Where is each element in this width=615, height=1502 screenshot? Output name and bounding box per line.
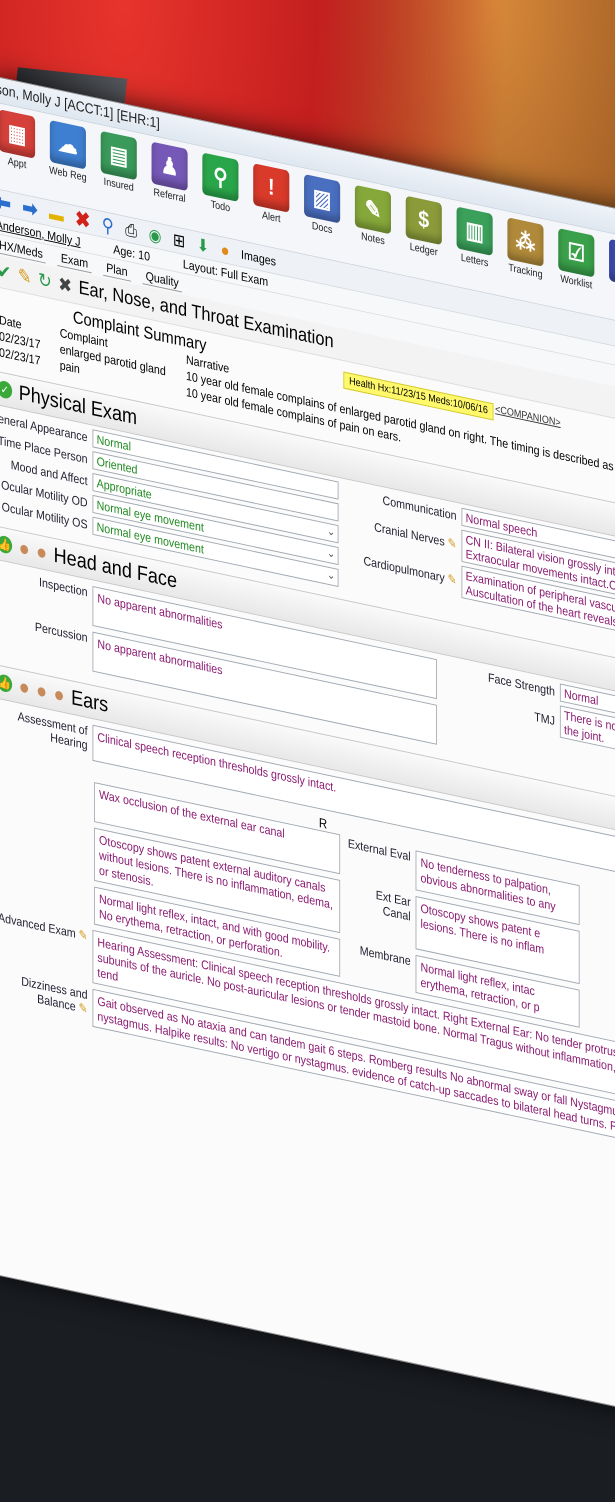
- pencil-icon[interactable]: ✎: [79, 1000, 88, 1016]
- letters-icon: ▥: [457, 206, 493, 255]
- ears-title: Ears: [71, 685, 108, 718]
- alert-icon: !: [253, 163, 289, 212]
- ear-exam-icon[interactable]: ●: [54, 681, 65, 708]
- toolbar-button-notes[interactable]: ✎Notes: [350, 184, 396, 268]
- toolbar-button-tracking[interactable]: ⁂Tracking: [503, 216, 549, 300]
- toolbar-label: Notes: [361, 231, 385, 247]
- head-icon[interactable]: ●: [19, 535, 30, 562]
- toolbar-button-docs[interactable]: ▨Docs: [299, 173, 345, 257]
- thumbs-up-icon[interactable]: 👍: [0, 534, 12, 554]
- toolbar-label: Appt: [8, 156, 27, 171]
- toolbar-label: Todo: [211, 199, 231, 215]
- toolbar-label: Letters: [461, 252, 489, 269]
- refresh-icon[interactable]: ↻: [38, 268, 52, 295]
- toolbar-button-referral[interactable]: ♟Referral: [147, 141, 193, 225]
- images-button[interactable]: Images: [241, 247, 276, 269]
- print-icon[interactable]: ⎙: [125, 219, 137, 241]
- clipboard-icon: ☑: [558, 228, 594, 277]
- chevron-down-icon[interactable]: ⌄: [327, 524, 335, 539]
- note-icon: ✎: [355, 185, 391, 234]
- screen-perspective: son, Molly J [ACCT:1] [EHR:1] ▦Appt☁Web …: [0, 75, 615, 1502]
- id-card-icon: ▤: [101, 131, 137, 180]
- pin-icon: ⚲: [202, 152, 238, 201]
- pencil-icon[interactable]: ✎: [79, 927, 88, 943]
- toolbar-button-ledger[interactable]: $Ledger: [401, 195, 447, 279]
- toolbar-label: Ledger: [410, 241, 438, 258]
- eye-icon[interactable]: ◉: [149, 224, 162, 247]
- warning-icon[interactable]: ●: [221, 239, 230, 261]
- check-icon[interactable]: ✓: [0, 380, 12, 400]
- thumbs-up-icon[interactable]: 👍: [0, 673, 12, 693]
- chevron-down-icon[interactable]: ⌄: [327, 546, 335, 561]
- toolbar-button-letters[interactable]: ▥Letters: [452, 205, 498, 289]
- hearing-icon[interactable]: ●: [36, 678, 47, 705]
- tmj-field[interactable]: There is no tenderness crepitance or pal…: [560, 705, 615, 790]
- picture-icon: ▨: [304, 174, 340, 223]
- toolbar-label: Docs: [312, 220, 333, 236]
- back-arrow-icon[interactable]: ⬅: [0, 189, 11, 217]
- toolbar-button-alert[interactable]: !Alert: [248, 162, 294, 246]
- download-icon[interactable]: ⬇: [197, 234, 209, 257]
- search-icon[interactable]: ⚲: [102, 212, 114, 238]
- moon-icon: ☾: [609, 239, 615, 288]
- delete-icon[interactable]: ✖: [75, 206, 90, 234]
- ehr-window: son, Molly J [ACCT:1] [EHR:1] ▦Appt☁Web …: [0, 75, 615, 1466]
- add-doc-icon[interactable]: ⊞: [173, 229, 185, 252]
- footprints-icon: ⁂: [507, 217, 543, 266]
- save-icon[interactable]: ✔: [0, 259, 11, 286]
- highlighter-icon[interactable]: ▬: [49, 203, 64, 226]
- pencil-icon[interactable]: ✎: [448, 535, 457, 551]
- dollar-icon: $: [406, 196, 442, 245]
- toolbar-button-appt[interactable]: ▦Appt: [0, 108, 40, 192]
- edit-icon[interactable]: ✎: [18, 263, 32, 290]
- toolbar-button-worklist[interactable]: ☑Worklist: [553, 227, 599, 311]
- toolbar-label: Alert: [262, 210, 281, 225]
- calendar-icon: ▦: [0, 109, 35, 158]
- toolbar-button-logoff[interactable]: ☾Logoff: [604, 238, 615, 322]
- cloud-icon: ☁: [50, 120, 86, 169]
- toolbar-button-web-reg[interactable]: ☁Web Reg: [45, 119, 91, 203]
- face-icon[interactable]: ●: [36, 539, 47, 566]
- forward-arrow-icon[interactable]: ➡: [22, 195, 37, 223]
- chevron-down-icon[interactable]: ⌄: [327, 567, 335, 582]
- pencil-icon[interactable]: ✎: [448, 571, 457, 587]
- toolbar-button-insured[interactable]: ▤Insured: [96, 130, 142, 214]
- people-icon: ♟: [152, 142, 188, 191]
- toolbar-button-todo[interactable]: ⚲Todo: [197, 151, 243, 235]
- close-icon[interactable]: ✖: [58, 272, 72, 299]
- ear-icon[interactable]: ●: [19, 674, 30, 701]
